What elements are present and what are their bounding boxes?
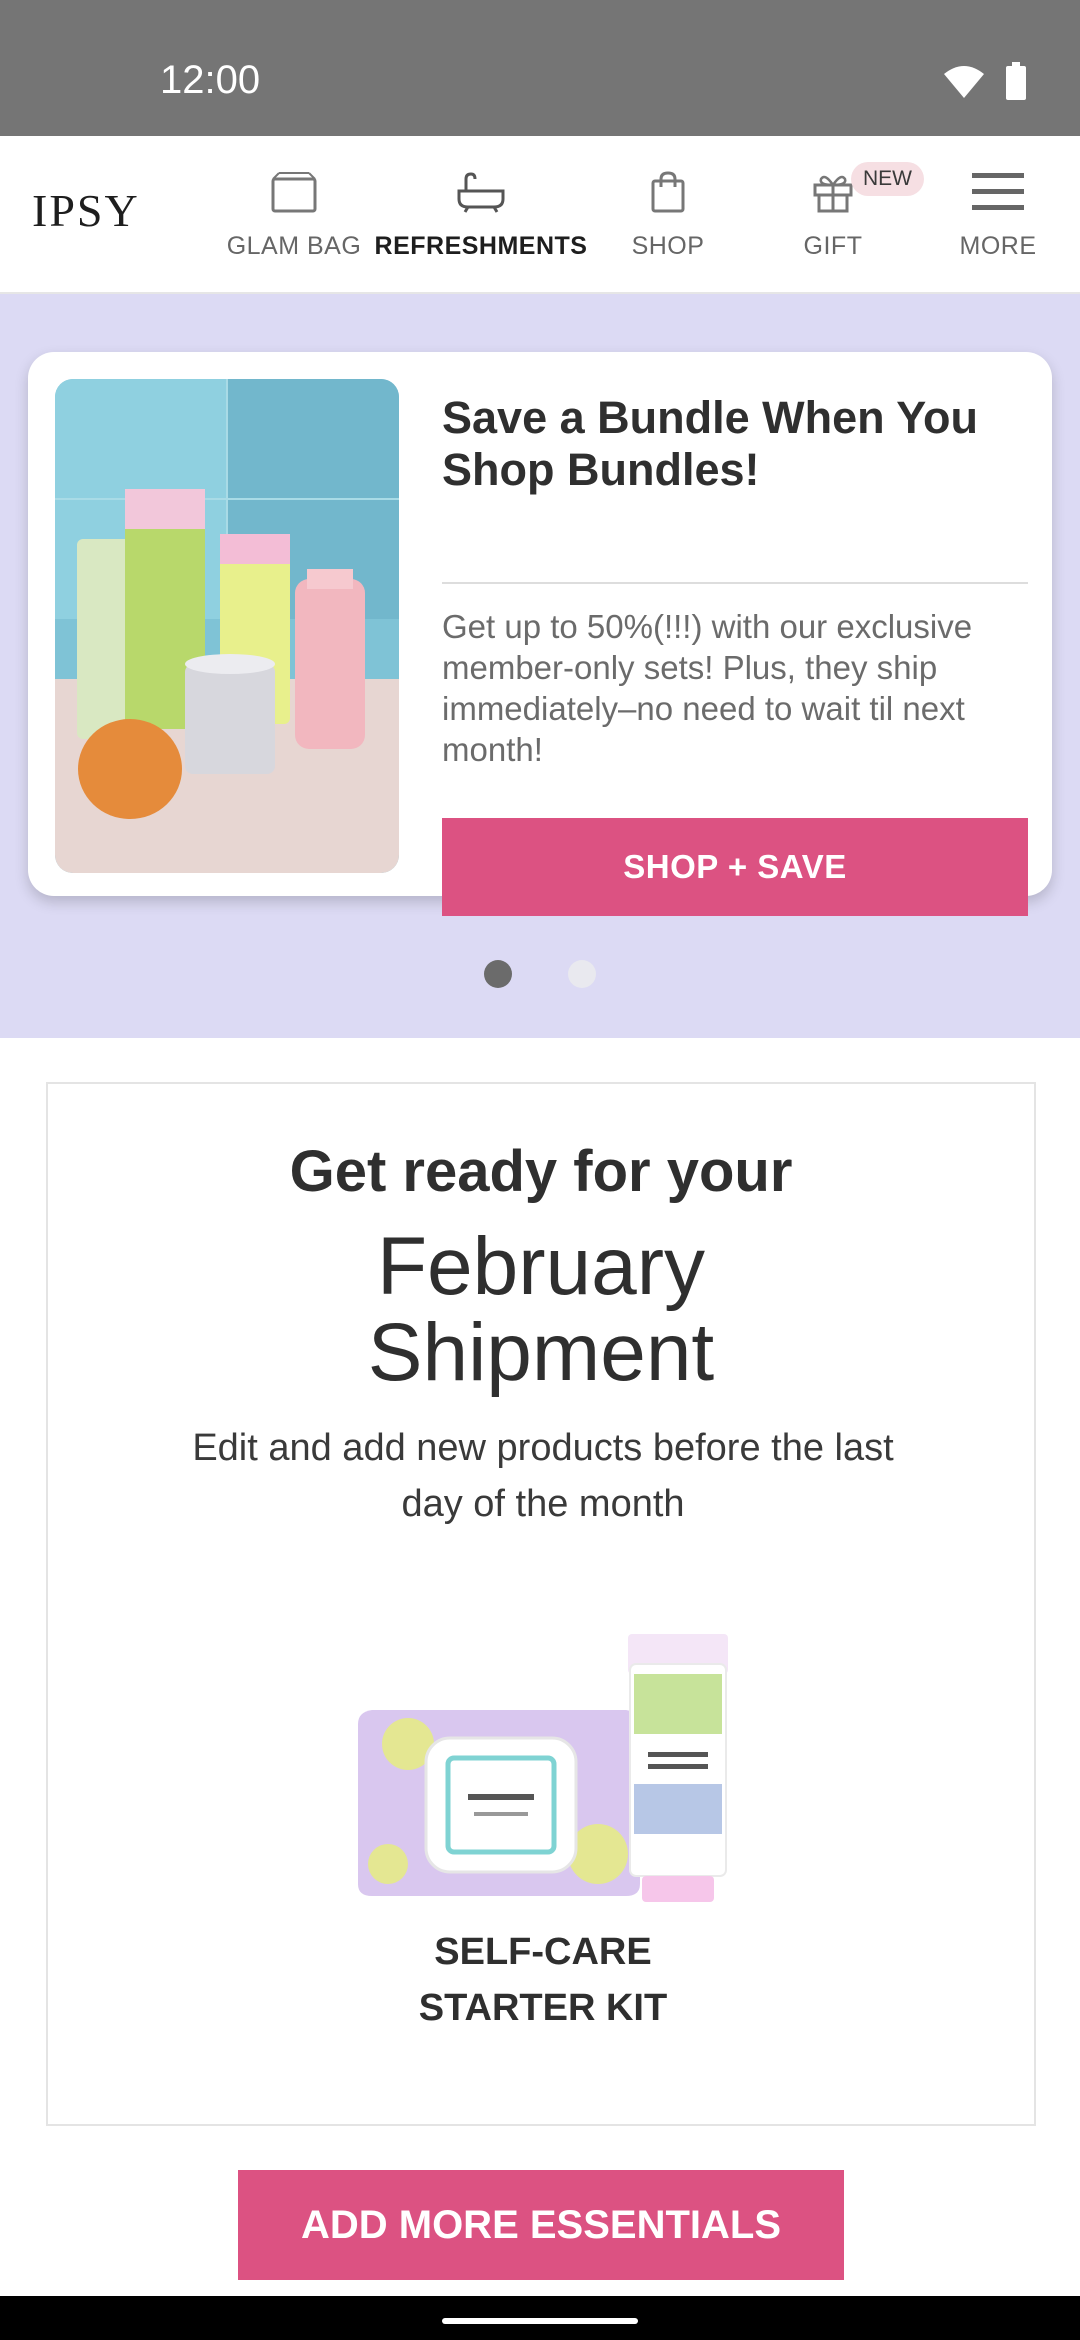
shipment-card: Get ready for your February Shipment Edi… <box>46 1082 1036 2126</box>
bundle-product-image <box>55 379 399 873</box>
status-bar: 12:00 <box>0 0 1080 136</box>
shipment-month-title: February Shipment <box>48 1224 1034 1396</box>
nav-refreshments[interactable]: REFRESHMENTS <box>375 166 587 261</box>
promo-banner: Save a Bundle When You Shop Bundles! Get… <box>0 294 1080 1038</box>
shipment-subtitle: Edit and add new products before the las… <box>192 1427 894 1525</box>
nav-label: GLAM BAG <box>226 232 362 260</box>
shop-save-button[interactable]: SHOP + SAVE <box>442 818 1028 916</box>
nav-label: MORE <box>959 232 1037 260</box>
home-indicator[interactable] <box>442 2318 638 2324</box>
nav-label: REFRESHMENTS <box>374 232 588 260</box>
wifi-icon <box>942 64 986 105</box>
carousel-indicator <box>0 960 1080 988</box>
bathtub-icon <box>451 166 511 218</box>
product-name: SELF-CARE STARTER KIT <box>418 1931 668 2029</box>
starter-kit-image[interactable] <box>348 1634 748 1914</box>
divider <box>442 582 1028 584</box>
battery-icon <box>1004 62 1028 107</box>
shipment-heading: Get ready for your <box>289 1139 793 1204</box>
menu-icon <box>968 166 1028 218</box>
shipment-month: February <box>376 1221 706 1312</box>
status-time: 12:00 <box>160 58 261 102</box>
shipment-label: Shipment <box>367 1307 715 1398</box>
add-more-essentials-button[interactable]: ADD MORE ESSENTIALS <box>238 2170 844 2280</box>
app-header: IPSY GLAM BAG REFRESHMENTS SHOP NEW GIFT… <box>0 136 1080 294</box>
nav-more[interactable]: MORE <box>898 166 1080 261</box>
bag-box-icon <box>264 166 324 218</box>
nav-glam-bag[interactable]: GLAM BAG <box>194 166 394 261</box>
carousel-dot-1[interactable] <box>484 960 512 988</box>
shopping-bag-icon <box>638 166 698 218</box>
ipsy-logo[interactable]: IPSY <box>32 184 140 237</box>
promo-title: Save a Bundle When You Shop Bundles! <box>442 392 978 495</box>
promo-card[interactable]: Save a Bundle When You Shop Bundles! Get… <box>28 352 1052 916</box>
nav-label: GIFT <box>803 232 863 260</box>
carousel-dot-2[interactable] <box>568 960 596 988</box>
nav-label: SHOP <box>631 232 705 260</box>
promo-description: Get up to 50%(!!!) with our exclusive me… <box>442 608 973 768</box>
status-icons <box>942 62 1028 107</box>
